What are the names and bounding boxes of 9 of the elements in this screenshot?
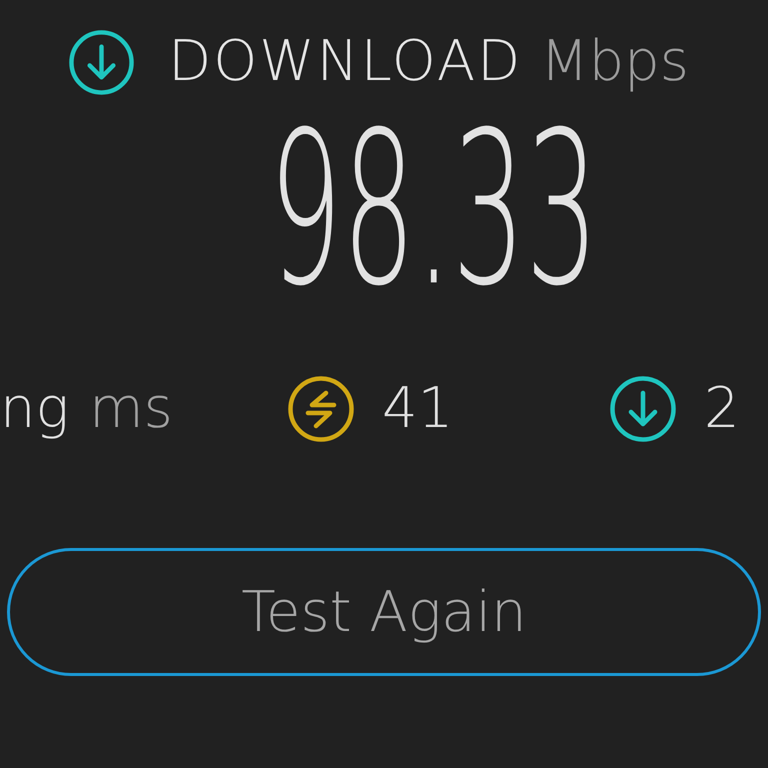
speed-value: 98.33 xyxy=(269,106,599,318)
unit-label: ms xyxy=(89,375,173,443)
test-again-button[interactable]: Test Again xyxy=(7,548,761,676)
unit-label: Mbps xyxy=(540,34,689,90)
download-icon xyxy=(69,30,134,94)
download-label: DOWNLOAD xyxy=(168,34,522,90)
stat-label: ng xyxy=(0,375,70,443)
stat-value: 2 xyxy=(704,375,740,443)
stat-value: 41 xyxy=(382,375,454,443)
